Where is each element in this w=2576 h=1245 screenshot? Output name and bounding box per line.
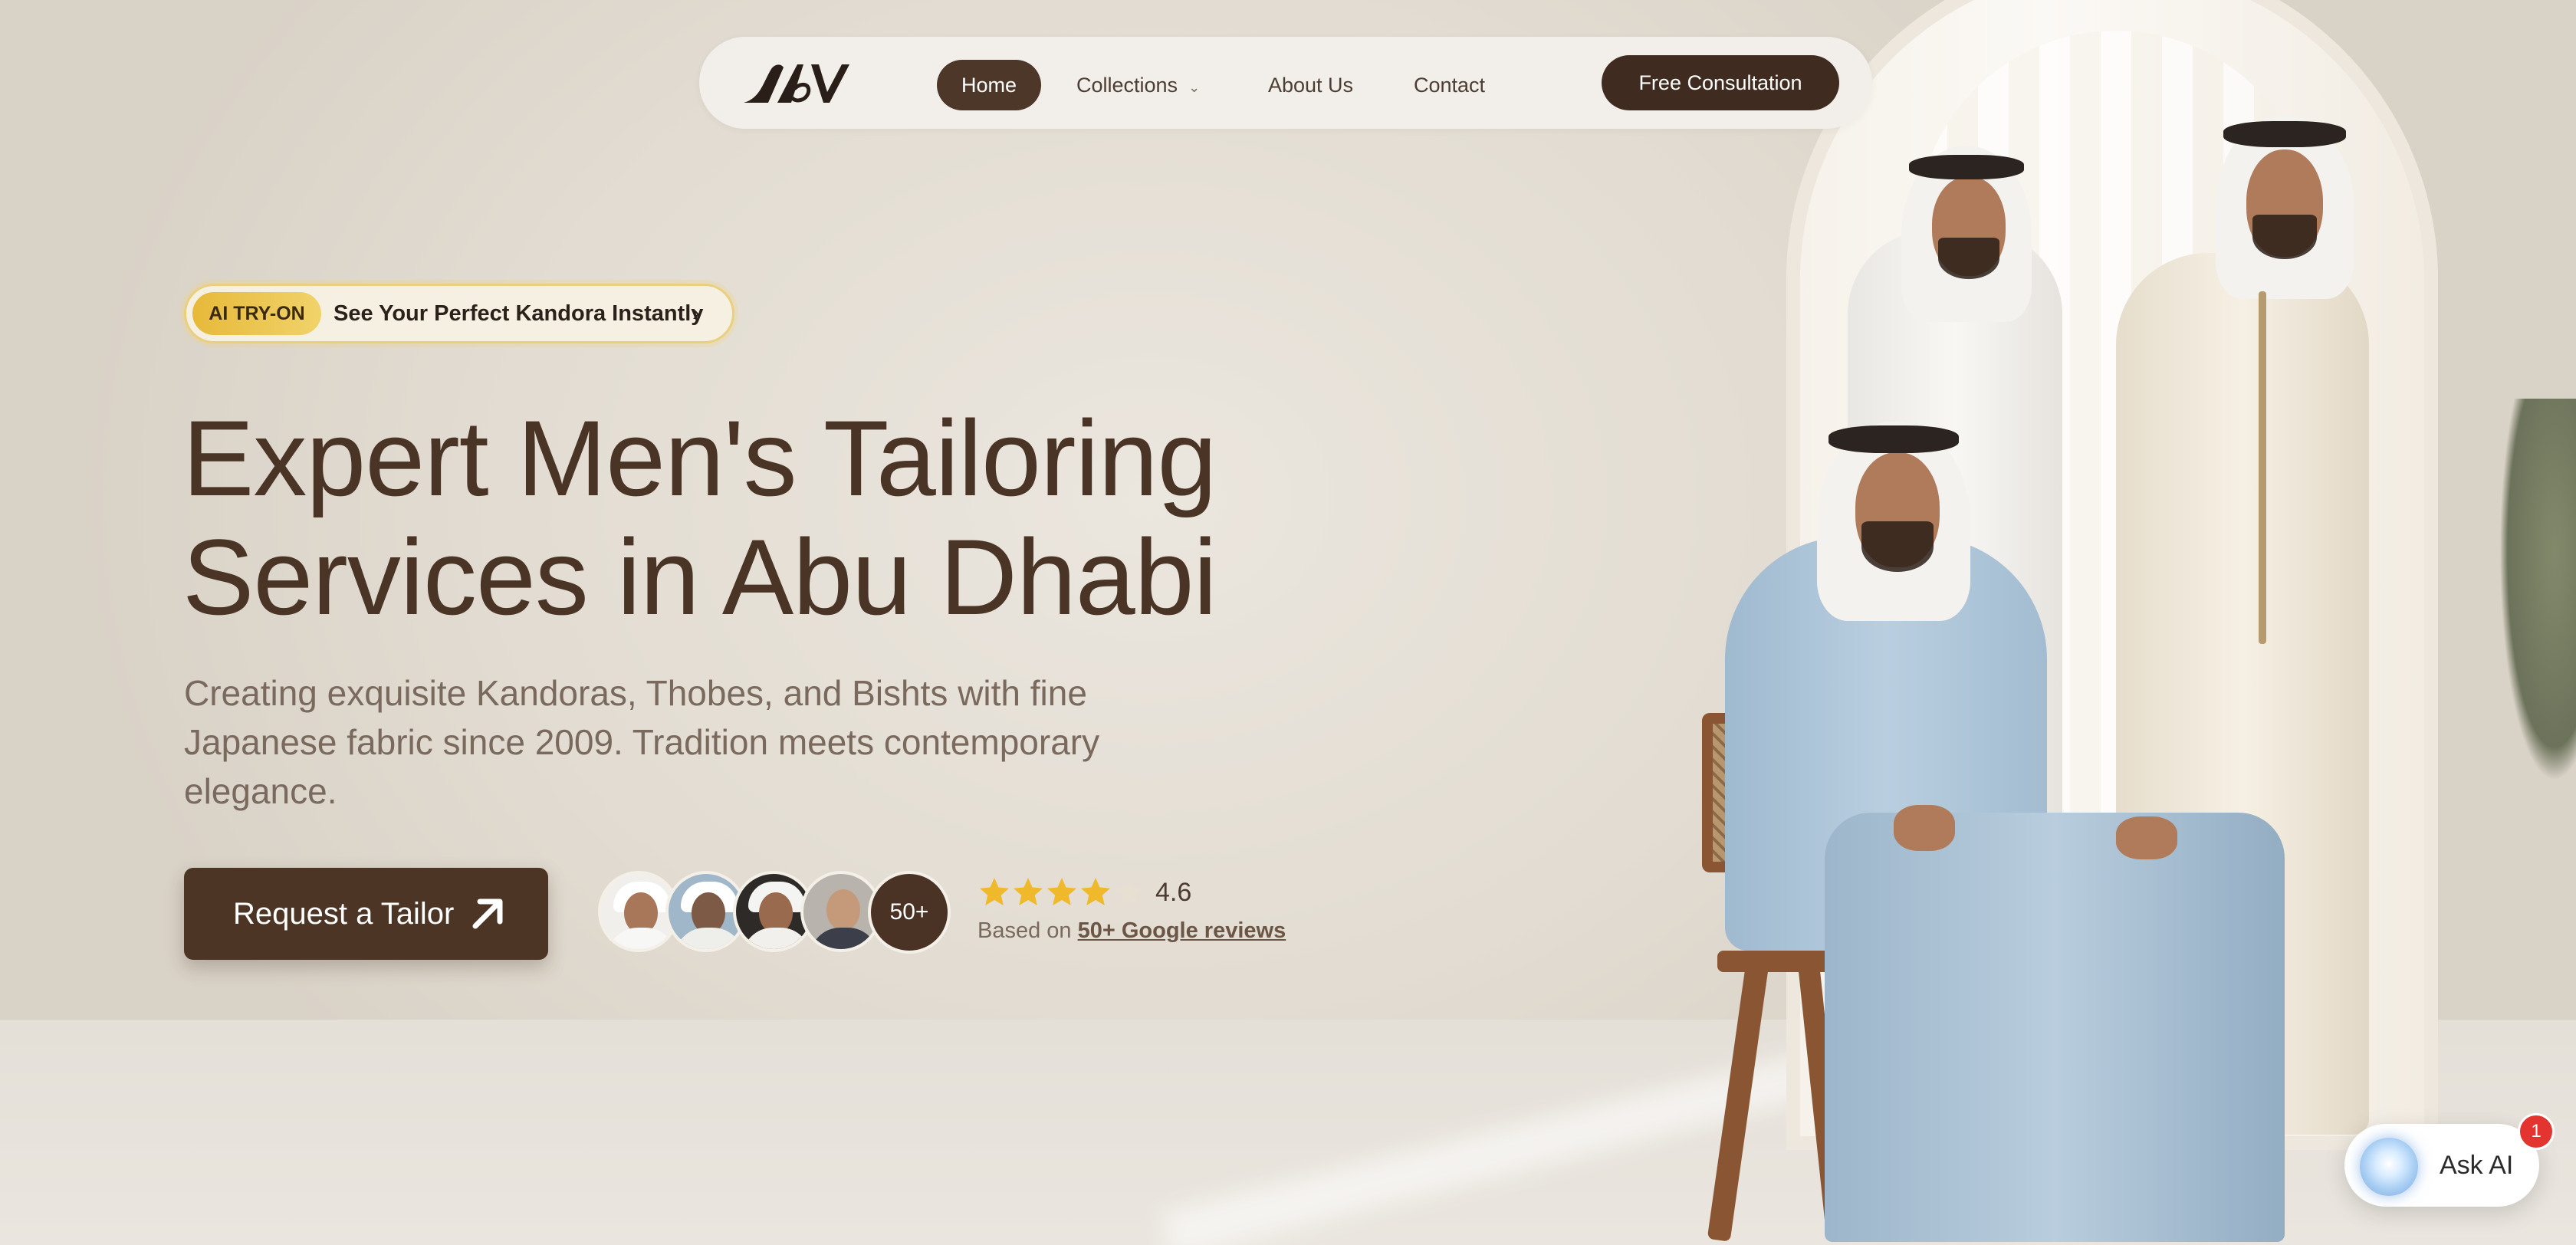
hero-section: Home Collections ⌄ About Us Contact Free … bbox=[0, 0, 2576, 1245]
rating-based-on: Based on bbox=[978, 918, 1072, 943]
hero-photo bbox=[1671, 0, 2576, 1245]
star-rating bbox=[980, 878, 1144, 905]
star-filled-icon bbox=[980, 878, 1009, 905]
star-filled-icon bbox=[1047, 878, 1076, 905]
hero-subtitle: Creating exquisite Kandoras, Thobes, and… bbox=[184, 673, 1100, 811]
nav-contact[interactable]: Contact bbox=[1414, 60, 1485, 110]
chevron-down-icon: ⌄ bbox=[1188, 80, 1201, 95]
nav-home[interactable]: Home bbox=[937, 60, 1041, 110]
star-filled-icon bbox=[1014, 878, 1043, 905]
chevron-right-icon: › bbox=[692, 301, 700, 326]
nav-collections-label: Collections bbox=[1076, 74, 1178, 97]
nav-collections[interactable]: Collections ⌄ bbox=[1076, 60, 1200, 110]
request-tailor-label: Request a Tailor bbox=[233, 897, 455, 931]
star-empty-icon bbox=[1115, 878, 1144, 905]
ai-tryon-text: See Your Perfect Kandora Instantly bbox=[334, 301, 704, 326]
page-title: Expert Men's Tailoring Services in Abu D… bbox=[182, 399, 1256, 636]
request-tailor-button[interactable]: Request a Tailor bbox=[184, 868, 548, 960]
arrow-up-right-icon bbox=[472, 898, 503, 929]
free-consultation-button[interactable]: Free Consultation bbox=[1602, 55, 1839, 110]
star-filled-icon bbox=[1081, 878, 1110, 905]
ask-ai-label: Ask AI bbox=[2440, 1151, 2514, 1180]
plant bbox=[2499, 399, 2576, 782]
ai-tryon-badge: AI TRY-ON bbox=[192, 292, 321, 335]
rating-score: 4.6 bbox=[1155, 878, 1192, 907]
brand-logo[interactable] bbox=[738, 58, 853, 107]
more-customers-badge: 50+ bbox=[868, 871, 951, 954]
page-title-line2: Services in Abu Dhabi bbox=[182, 517, 1217, 637]
ai-tryon-banner[interactable]: AI TRY-ON See Your Perfect Kandora Insta… bbox=[184, 284, 734, 343]
google-reviews-link[interactable]: 50+ Google reviews bbox=[1078, 918, 1286, 943]
notification-badge: 1 bbox=[2518, 1113, 2555, 1150]
ask-ai-button[interactable]: Ask AI bbox=[2344, 1124, 2539, 1207]
rating-source: Based on 50+ Google reviews bbox=[978, 918, 1286, 944]
top-navbar: Home Collections ⌄ About Us Contact Free … bbox=[699, 37, 1872, 129]
page-title-line1: Expert Men's Tailoring bbox=[182, 398, 1217, 518]
nav-about-us[interactable]: About Us bbox=[1268, 60, 1353, 110]
ai-orb-icon bbox=[2360, 1138, 2418, 1196]
